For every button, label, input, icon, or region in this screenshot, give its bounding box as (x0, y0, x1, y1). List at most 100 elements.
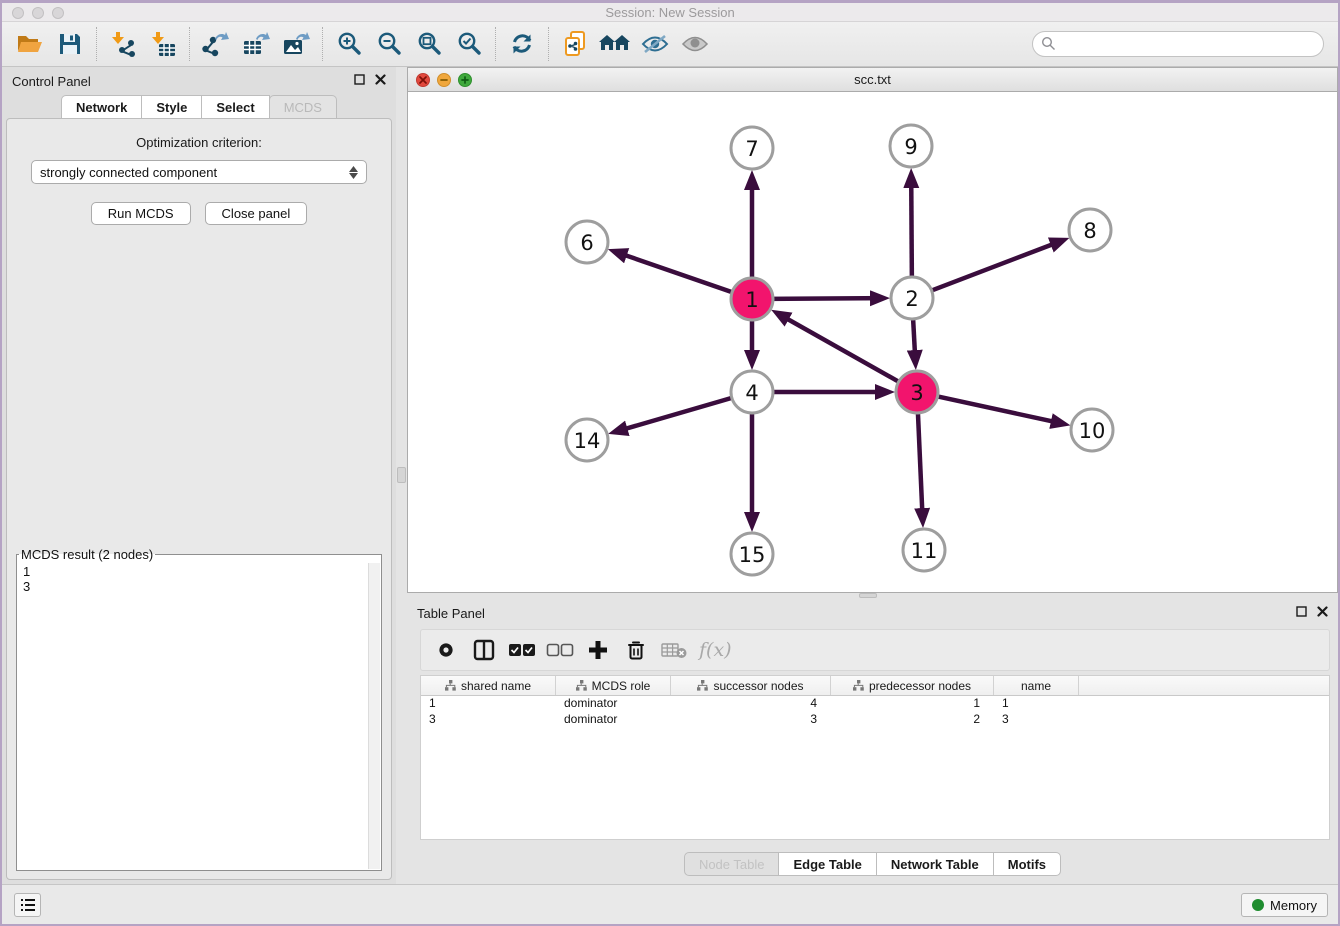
column-layout-icon[interactable] (467, 633, 501, 667)
splitter-handle[interactable] (397, 467, 406, 483)
network-canvas[interactable]: 7968124314101511 (408, 92, 1337, 592)
create-column-plus-icon[interactable] (581, 633, 615, 667)
zoom-fit-icon[interactable] (409, 26, 449, 62)
column-header-successor-nodes[interactable]: successor nodes (671, 676, 831, 695)
control-panel: Control Panel Network Style Select MCDS … (2, 67, 396, 884)
graph-edge-1-2[interactable] (769, 298, 883, 299)
graph-edge-4-14[interactable] (615, 397, 736, 432)
tab-mcds[interactable]: MCDS (269, 95, 337, 118)
optimization-criterion-label: Optimization criterion: (7, 135, 391, 150)
table-toolbar: f(x) (420, 629, 1330, 671)
main-toolbar (2, 22, 1338, 67)
graph-edge-2-9[interactable] (911, 175, 912, 281)
graph-edge-3-11[interactable] (918, 409, 923, 521)
graph-node-label-10: 10 (1079, 419, 1106, 443)
toolbar-separator (495, 27, 496, 61)
graph-edge-3-10[interactable] (934, 396, 1064, 424)
memory-button[interactable]: Memory (1241, 893, 1328, 917)
open-session-icon[interactable] (10, 26, 50, 62)
mcds-result-text[interactable]: 1 3 (19, 562, 367, 868)
graph-edge-1-6[interactable] (614, 251, 736, 293)
zoom-out-icon[interactable] (369, 26, 409, 62)
unselect-all-columns-icon[interactable] (543, 633, 577, 667)
maximize-window-button[interactable] (52, 7, 64, 19)
cell-name[interactable]: 3 (994, 712, 1079, 728)
table-row[interactable]: 1 dominator 4 1 1 (421, 696, 1329, 712)
tab-node-table[interactable]: Node Table (684, 852, 780, 876)
first-neighbors-icon[interactable] (555, 26, 595, 62)
select-all-columns-icon[interactable] (505, 633, 539, 667)
close-window-button[interactable] (12, 7, 24, 19)
search-input[interactable] (1032, 31, 1324, 57)
criterion-select[interactable]: strongly connected component (31, 160, 367, 184)
tab-network[interactable]: Network (61, 95, 142, 118)
column-header-shared-name[interactable]: shared name (421, 676, 556, 695)
graph-node-label-8: 8 (1083, 219, 1096, 243)
float-panel-icon[interactable] (354, 72, 365, 90)
splitter-handle[interactable] (859, 593, 877, 598)
close-panel-button[interactable]: Close panel (205, 202, 308, 225)
column-header-name[interactable]: name (994, 676, 1079, 695)
graph-node-label-6: 6 (580, 231, 593, 255)
table-row[interactable]: 3 dominator 3 2 3 (421, 712, 1329, 728)
cell-name[interactable]: 1 (994, 696, 1079, 712)
cell-successor-nodes[interactable]: 4 (671, 696, 831, 712)
window-title: Session: New Session (2, 3, 1338, 22)
export-image-icon[interactable] (276, 26, 316, 62)
network-view-title: scc.txt (408, 68, 1337, 91)
minimize-view-icon[interactable] (437, 73, 451, 87)
save-session-icon[interactable] (50, 26, 90, 62)
export-table-icon[interactable] (236, 26, 276, 62)
window-controls (12, 7, 64, 19)
cell-successor-nodes[interactable]: 3 (671, 712, 831, 728)
apply-layout-icon[interactable] (502, 26, 542, 62)
export-network-icon[interactable] (196, 26, 236, 62)
close-view-icon[interactable] (416, 73, 430, 87)
tab-network-table[interactable]: Network Table (876, 852, 994, 876)
show-all-eye-icon[interactable] (675, 26, 715, 62)
import-network-icon[interactable] (103, 26, 143, 62)
cell-shared-name[interactable]: 1 (421, 696, 556, 712)
cell-predecessor-nodes[interactable]: 2 (831, 712, 994, 728)
float-panel-icon[interactable] (1296, 604, 1307, 622)
graph-edge-2-3[interactable] (913, 315, 916, 363)
graph-node-label-14: 14 (574, 429, 601, 453)
hide-selected-eye-icon[interactable] (635, 26, 675, 62)
memory-status-icon (1252, 899, 1264, 911)
graph-edge-3-1[interactable] (777, 313, 902, 383)
graph-edge-2-8[interactable] (928, 240, 1063, 292)
zoom-in-icon[interactable] (329, 26, 369, 62)
cell-mcds-role[interactable]: dominator (556, 696, 671, 712)
vertical-splitter[interactable] (396, 67, 407, 884)
tab-edge-table[interactable]: Edge Table (778, 852, 876, 876)
graph-node-label-2: 2 (905, 287, 918, 311)
column-header-mcds-role[interactable]: MCDS role (556, 676, 671, 695)
cell-mcds-role[interactable]: dominator (556, 712, 671, 728)
column-header-predecessor-nodes[interactable]: predecessor nodes (831, 676, 994, 695)
network-view-titlebar: scc.txt (408, 68, 1337, 92)
maximize-view-icon[interactable] (458, 73, 472, 87)
close-panel-icon[interactable] (1317, 604, 1328, 622)
delete-table-icon[interactable] (657, 633, 691, 667)
tab-select[interactable]: Select (201, 95, 269, 118)
cell-predecessor-nodes[interactable]: 1 (831, 696, 994, 712)
delete-column-trash-icon[interactable] (619, 633, 653, 667)
tab-style[interactable]: Style (141, 95, 202, 118)
minimize-window-button[interactable] (32, 7, 44, 19)
graph-node-label-4: 4 (745, 381, 758, 405)
home-icon[interactable] (595, 26, 635, 62)
run-mcds-button[interactable]: Run MCDS (91, 202, 191, 225)
memory-label: Memory (1270, 898, 1317, 913)
cell-shared-name[interactable]: 3 (421, 712, 556, 728)
tab-motifs[interactable]: Motifs (993, 852, 1061, 876)
table-settings-gear-icon[interactable] (429, 633, 463, 667)
close-panel-icon[interactable] (375, 72, 386, 90)
task-history-button[interactable] (14, 893, 41, 917)
search-icon (1041, 36, 1056, 56)
result-scrollbar[interactable] (368, 563, 380, 869)
status-bar: Memory (2, 884, 1338, 924)
zoom-selected-icon[interactable] (449, 26, 489, 62)
function-builder-fx-icon[interactable]: f(x) (699, 639, 732, 661)
import-table-icon[interactable] (143, 26, 183, 62)
table-tabs: Node Table Edge Table Network Table Moti… (407, 844, 1338, 884)
